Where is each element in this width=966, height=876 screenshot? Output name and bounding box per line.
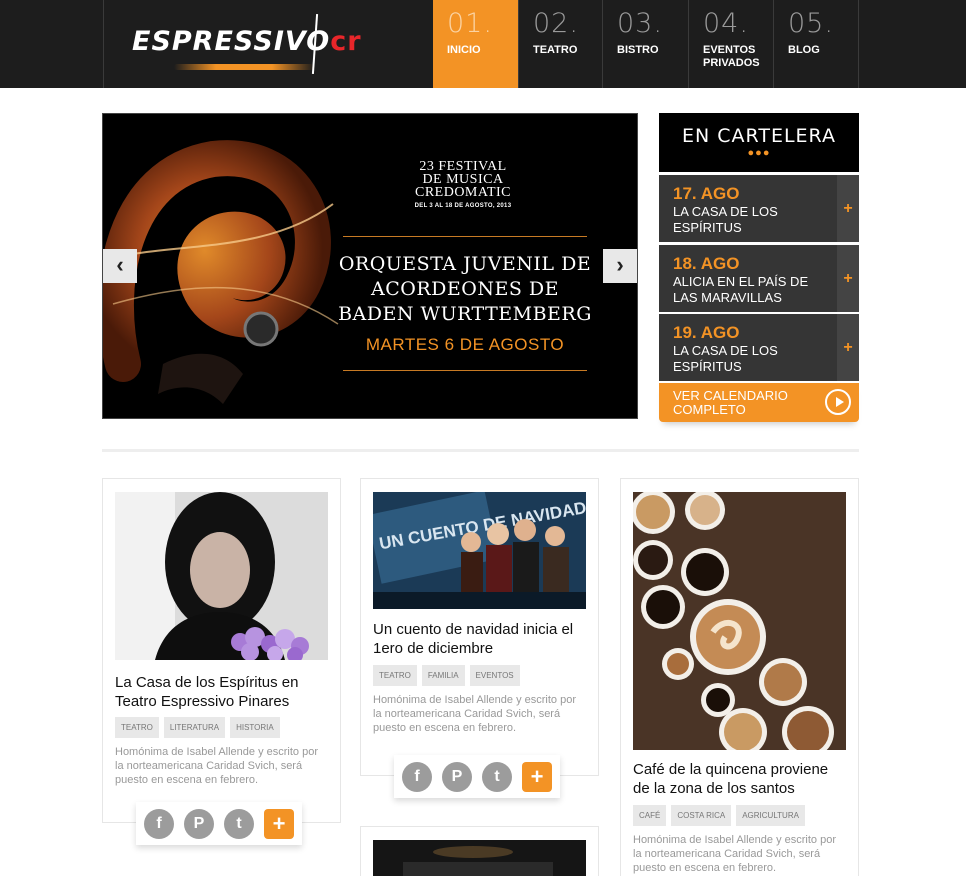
event-name: ALICIA EN EL PAÍS DE LAS MARAVILLAS: [673, 274, 809, 305]
nav-item-inicio[interactable]: 01. INICIO: [433, 0, 519, 88]
pinterest-icon[interactable]: P: [442, 761, 472, 792]
event-name: LA CASA DE LOS ESPÍRITUS: [673, 343, 778, 374]
nav-label: BLOG: [788, 44, 820, 56]
event-item[interactable]: 19. AGO LA CASA DE LOS ESPÍRITUS +: [659, 314, 859, 381]
event-item[interactable]: 18. AGO ALICIA EN EL PAÍS DE LAS MARAVIL…: [659, 245, 859, 312]
cartelera-dots: ●●●: [747, 147, 771, 159]
article-card[interactable]: [360, 826, 599, 876]
event-date: 18. AGO: [673, 254, 740, 273]
card-image: [373, 840, 586, 876]
card-image-christmas-play: UN CUENTO DE NAVIDAD: [373, 492, 586, 609]
card-description: Homónima de Isabel Allende y escrito por…: [373, 694, 576, 734]
festival-dates: DEL 3 AL 18 DE AGOSTO, 2013: [414, 203, 512, 209]
tag[interactable]: LITERATURA: [163, 717, 226, 738]
tag[interactable]: EVENTOS: [469, 665, 520, 686]
hero-title: ORQUESTA JUVENIL DE ACORDEONES DE BADEN …: [338, 253, 592, 325]
tag[interactable]: FAMILIA: [421, 665, 465, 686]
card-description: Homónima de Isabel Allende y escrito por…: [633, 834, 836, 874]
tag[interactable]: CAFÉ: [633, 805, 667, 826]
nav-number: 02.: [533, 8, 579, 39]
facebook-icon[interactable]: f: [402, 761, 432, 792]
tag[interactable]: TEATRO: [115, 717, 159, 738]
site-header: ESPRESSIVOcr 01. INICIO 02. TEATRO 03. B…: [0, 0, 966, 88]
card-description: Homónima de Isabel Allende y escrito por…: [115, 746, 318, 786]
twitter-icon[interactable]: t: [482, 761, 512, 792]
tag[interactable]: TEATRO: [373, 665, 417, 686]
hero-divider-top: [343, 236, 587, 237]
slider-next-button[interactable]: ›: [603, 249, 637, 283]
share-bar: f P t +: [136, 802, 302, 845]
pinterest-icon[interactable]: P: [184, 808, 214, 839]
nav-label: INICIO: [447, 44, 481, 56]
view-calendar-label: VER CALENDARIO COMPLETO: [673, 388, 788, 417]
card-image-portrait: [115, 492, 328, 660]
event-expand-icon[interactable]: +: [837, 175, 859, 242]
cartelera-title: EN CARTELERA: [682, 125, 836, 147]
nav-number: 05.: [788, 8, 834, 39]
event-name: LA CASA DE LOS ESPÍRITUS: [673, 204, 778, 235]
event-date: 19. AGO: [673, 323, 740, 342]
view-calendar-button[interactable]: VER CALENDARIO COMPLETO: [659, 383, 859, 422]
event-date: 17. AGO: [673, 184, 740, 203]
event-item[interactable]: 17. AGO LA CASA DE LOS ESPÍRITUS +: [659, 175, 859, 242]
nav-label: TEATRO: [533, 44, 578, 56]
event-expand-icon[interactable]: +: [837, 245, 859, 312]
play-circle-icon: [825, 389, 851, 415]
nav-label: BISTRO: [617, 44, 659, 56]
more-share-icon[interactable]: +: [522, 761, 552, 792]
card-image-coffee-cups: [633, 492, 846, 750]
hero-divider-bottom: [343, 370, 587, 371]
event-expand-icon[interactable]: +: [837, 314, 859, 381]
section-divider: [102, 449, 859, 452]
festival-title: 23 FESTIVAL DE MUSICA CREDOMATIC: [414, 159, 511, 200]
article-card[interactable]: Café de la quincena proviene de la zona …: [620, 478, 859, 876]
twitter-icon[interactable]: t: [224, 808, 254, 839]
nav-label: EVENTOS PRIVADOS: [703, 44, 760, 69]
tag[interactable]: COSTA RICA: [671, 805, 732, 826]
nav-item-bistro[interactable]: 03. BISTRO: [603, 0, 689, 88]
site-logo[interactable]: ESPRESSIVOcr: [103, 0, 433, 88]
logo-wordmark: ESPRESSIVOcr: [132, 26, 362, 57]
logo-suffix: cr: [330, 26, 362, 57]
festival-badge: 23 FESTIVAL DE MUSICA CREDOMATIC DEL 3 A…: [393, 159, 533, 210]
card-tags: CAFÉ COSTA RICA AGRICULTURA: [633, 805, 805, 826]
card-title[interactable]: Café de la quincena proviene de la zona …: [633, 760, 847, 798]
main-nav: 01. INICIO 02. TEATRO 03. BISTRO 04. EVE…: [433, 0, 859, 88]
card-title[interactable]: Un cuento de navidad inicia el 1ero de d…: [373, 620, 583, 658]
more-share-icon[interactable]: +: [264, 808, 294, 839]
share-bar: f P t +: [394, 755, 560, 798]
tag[interactable]: HISTORIA: [230, 717, 280, 738]
card-tags: TEATRO LITERATURA HISTORIA: [115, 717, 280, 738]
violin-scroll-image: [103, 140, 339, 404]
facebook-icon[interactable]: f: [144, 808, 174, 839]
card-tags: TEATRO FAMILIA EVENTOS: [373, 665, 520, 686]
nav-number: 03.: [617, 8, 663, 39]
article-card[interactable]: UN CUENTO DE NAVIDAD Un cuento de navida…: [360, 478, 599, 776]
hero-slider[interactable]: 23 FESTIVAL DE MUSICA CREDOMATIC DEL 3 A…: [102, 113, 638, 419]
article-card[interactable]: La Casa de los Espíritus en Teatro Espre…: [102, 478, 341, 823]
card-title[interactable]: La Casa de los Espíritus en Teatro Espre…: [115, 673, 325, 711]
nav-number: 04.: [703, 8, 749, 39]
hero-date: MARTES 6 DE AGOSTO: [365, 335, 565, 354]
cartelera-header: EN CARTELERA ●●●: [659, 113, 859, 172]
slider-prev-button[interactable]: ‹: [103, 249, 137, 283]
nav-item-teatro[interactable]: 02. TEATRO: [519, 0, 603, 88]
nav-item-eventos-privados[interactable]: 04. EVENTOS PRIVADOS: [689, 0, 774, 88]
tag[interactable]: AGRICULTURA: [736, 805, 805, 826]
logo-brush-stroke: [174, 64, 314, 70]
nav-item-blog[interactable]: 05. BLOG: [774, 0, 859, 88]
nav-number: 01.: [447, 8, 493, 39]
